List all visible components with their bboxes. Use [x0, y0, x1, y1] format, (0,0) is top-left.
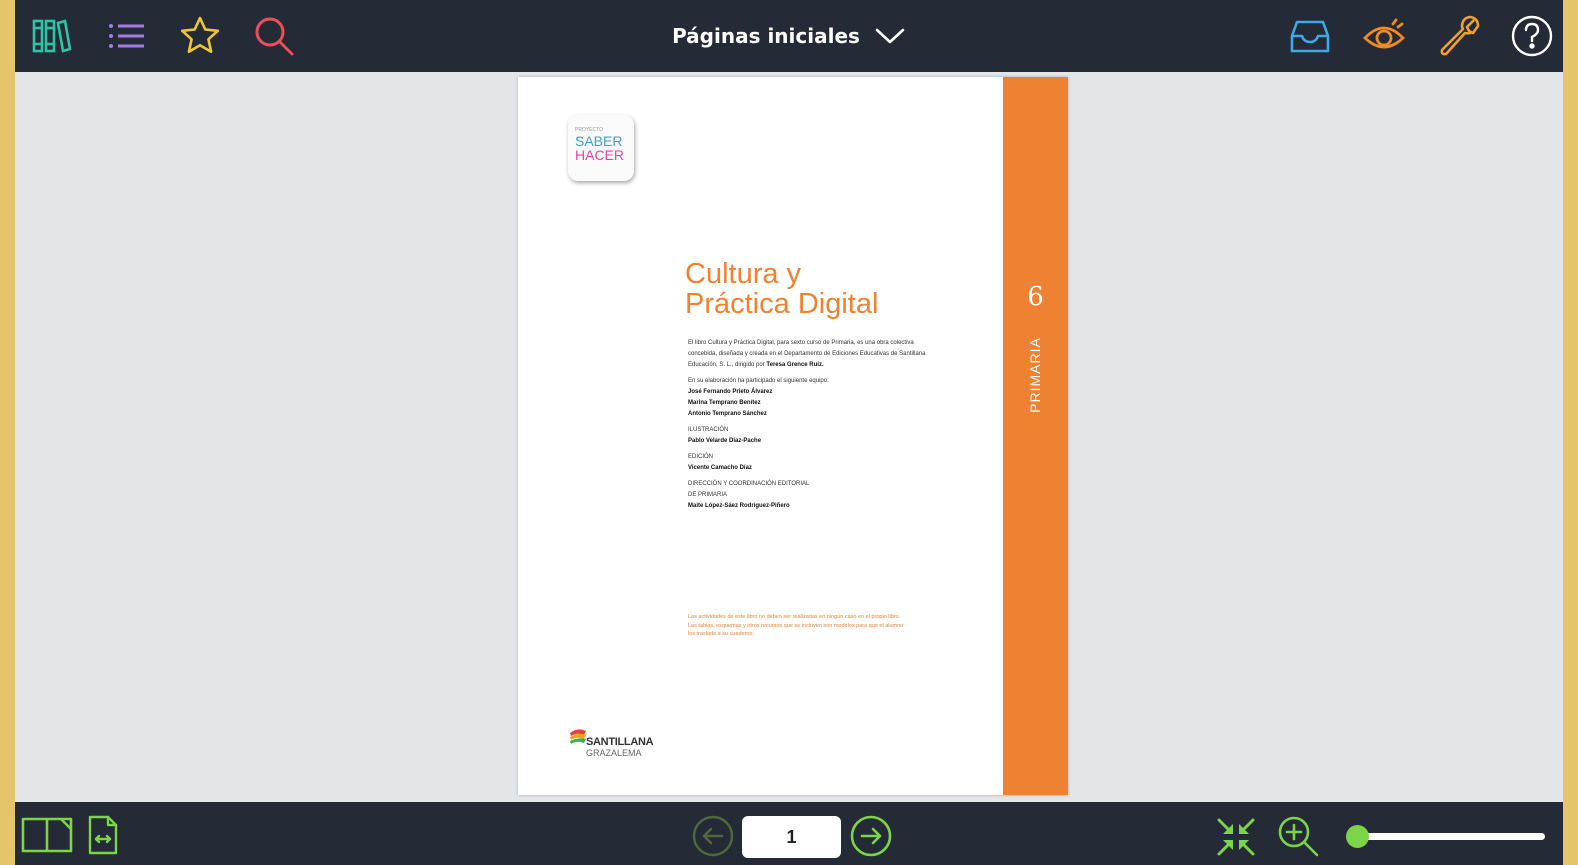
help-icon[interactable]	[1510, 14, 1554, 58]
search-icon[interactable]	[252, 14, 296, 58]
zoom-in-icon[interactable]	[1276, 814, 1320, 858]
star-icon[interactable]	[178, 14, 222, 58]
grade-number: 6	[1027, 282, 1044, 312]
viewer-frame: Páginas iniciales PROYECTO SABER HACER C…	[15, 0, 1563, 865]
publisher-subtitle: GRAZALEMA	[586, 748, 642, 758]
book-title: Cultura y Práctica Digital	[685, 259, 878, 319]
grade-label: PRIMARIA	[1027, 337, 1043, 413]
arrow-left-circle-icon[interactable]	[692, 815, 734, 857]
book-page: PROYECTO SABER HACER Cultura y Práctica …	[518, 77, 1068, 795]
chevron-down-icon	[875, 28, 905, 44]
santillana-mark-icon	[570, 729, 586, 744]
team-member: José Fernando Prieto Álvarez	[688, 389, 773, 395]
illustration-label: ILUSTRACIÓN	[688, 427, 729, 433]
editor-name: Vicente Camacho Díaz	[688, 465, 752, 471]
logo-line-1: SABER	[575, 133, 623, 149]
book-title-line-2: Práctica Digital	[685, 288, 879, 320]
saber-hacer-logo: PROYECTO SABER HACER	[568, 115, 634, 181]
usage-notice: Las actividades de este libro no deben s…	[688, 614, 904, 637]
direction-label: DIRECCIÓN Y COORDINACIÓN EDITORIAL	[688, 481, 810, 487]
top-toolbar: Páginas iniciales	[15, 0, 1563, 72]
eye-icon[interactable]	[1362, 14, 1406, 58]
book-open-icon[interactable]	[21, 816, 73, 854]
editorial-director-name: Maite López-Sáez Rodríguez-Piñero	[688, 503, 790, 509]
arrow-right-circle-icon[interactable]	[850, 815, 892, 857]
library-icon[interactable]	[30, 14, 74, 58]
zoom-slider-thumb[interactable]	[1346, 825, 1369, 848]
edition-label: EDICIÓN	[688, 454, 714, 460]
book-title-line-1: Cultura y	[685, 258, 802, 290]
fit-width-icon[interactable]	[87, 814, 119, 856]
grade-band: 6 PRIMARIA	[1003, 77, 1068, 795]
section-title: Páginas iniciales	[672, 24, 860, 48]
section-selector[interactable]: Páginas iniciales	[672, 24, 906, 48]
director-name: Teresa Grence Ruiz.	[766, 362, 824, 368]
page-number-input[interactable]	[742, 816, 841, 858]
direction-label-2: DE PRIMARIA	[688, 492, 728, 498]
team-member: Marina Temprano Benítez	[688, 400, 761, 406]
illustrator-name: Pablo Velarde Díaz-Pache	[688, 438, 762, 444]
bottom-toolbar	[15, 802, 1563, 865]
credits-intro: El libro Cultura y Práctica Digital, par…	[688, 338, 938, 371]
inbox-icon[interactable]	[1288, 14, 1332, 58]
zoom-slider[interactable]	[1346, 825, 1545, 848]
publisher-name: SANTILLANA	[586, 736, 654, 748]
team-member: Antonio Temprano Sánchez	[688, 411, 767, 417]
wrench-icon[interactable]	[1436, 14, 1480, 58]
collapse-icon[interactable]	[1215, 816, 1257, 858]
team-intro: En su elaboración ha participado el sigu…	[688, 378, 829, 384]
credits-block: El libro Cultura y Práctica Digital, par…	[688, 338, 938, 512]
list-icon[interactable]	[104, 14, 148, 58]
logo-line-2: HACER	[575, 147, 625, 163]
santillana-logo: SANTILLANA GRAZALEMA	[568, 727, 678, 761]
